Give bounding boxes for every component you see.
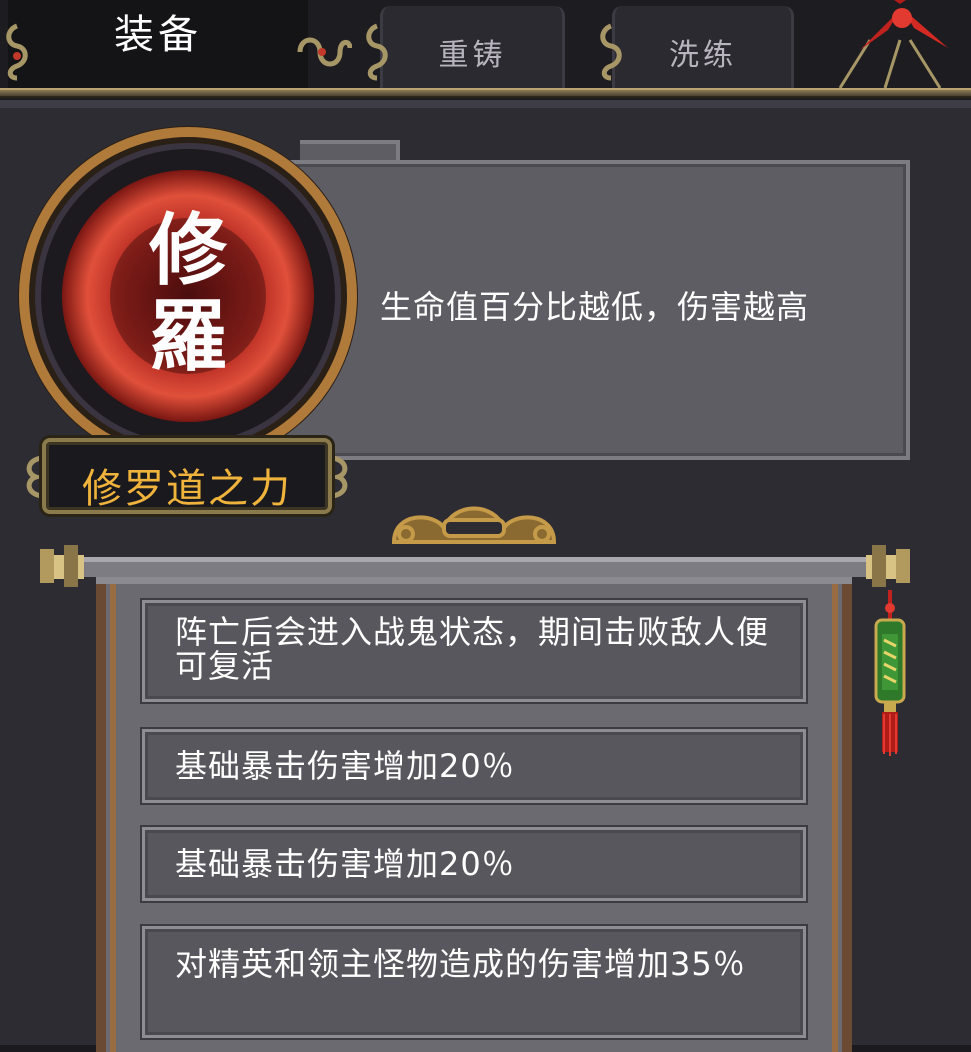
tassel-icon bbox=[872, 590, 908, 760]
tab-bar: 装备 重铸 洗练 bbox=[0, 0, 971, 100]
scroll-rod bbox=[40, 545, 910, 587]
knot-ornament-icon bbox=[594, 22, 628, 82]
affix-item-3[interactable]: 基础暴击伤害增加20％ bbox=[142, 827, 806, 901]
tab-rail bbox=[0, 88, 971, 98]
emblem-glyph: 修羅 bbox=[148, 205, 227, 382]
panel-edge bbox=[0, 100, 971, 108]
item-emblem[interactable]: 修羅 bbox=[14, 122, 362, 470]
tab-equip[interactable]: 装备 bbox=[8, 0, 308, 88]
affix-item-4[interactable]: 对精英和领主怪物造成的伤害增加35％ bbox=[142, 926, 806, 1038]
tab-reforge[interactable]: 重铸 bbox=[380, 6, 565, 88]
affix-item-2[interactable]: 基础暴击伤害增加20％ bbox=[142, 729, 806, 803]
knot-ornament-icon bbox=[360, 22, 394, 82]
item-description: 生命值百分比越低，伤害越高 bbox=[380, 288, 810, 326]
tab-refine[interactable]: 洗练 bbox=[612, 6, 794, 88]
knot-ornament-icon bbox=[292, 22, 353, 82]
knot-ornament-icon bbox=[0, 22, 34, 82]
item-name-frame: 修罗道之力 bbox=[42, 438, 332, 514]
item-name: 修罗道之力 bbox=[82, 466, 292, 512]
affix-item-1[interactable]: 阵亡后会进入战鬼状态，期间击败敌人便可复活 bbox=[142, 600, 806, 702]
item-name-plate: 修罗道之力 bbox=[22, 432, 352, 520]
red-ribbon-icon bbox=[830, 0, 971, 92]
